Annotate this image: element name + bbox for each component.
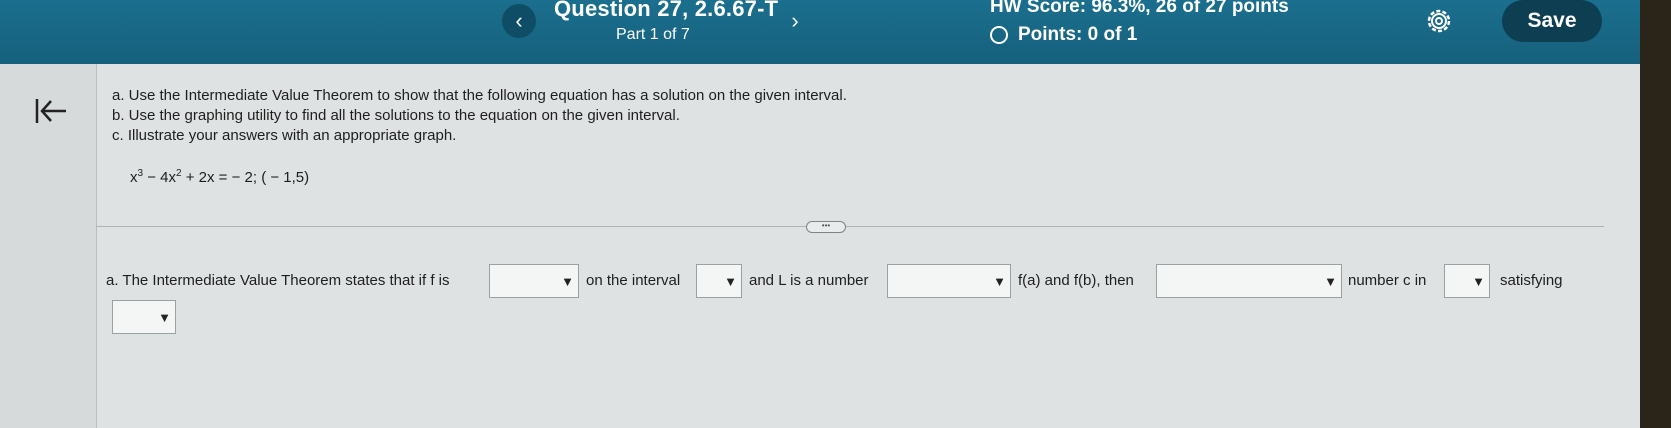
answer-prefix: a. The Intermediate Value Theorem states… [106, 272, 450, 289]
points-text: Points: 0 of 1 [1018, 24, 1138, 45]
dropdown-satisfying[interactable]: ▼ [112, 300, 176, 334]
dropdown-then[interactable]: ▼ [1156, 264, 1342, 298]
top-bar: ‹ Question 27, 2.6.67-T Part 1 of 7 › HW… [0, 0, 1671, 64]
dropdown-f-is[interactable]: ▼ [489, 264, 579, 298]
chevron-left-icon: ‹ [515, 8, 523, 33]
dropdown-arrow-icon: ▼ [1324, 274, 1337, 289]
dropdown-arrow-icon: ▼ [993, 274, 1006, 289]
divider [96, 226, 1604, 227]
text-number-c: number c in [1348, 272, 1427, 289]
question-title: Question 27, 2.6.67-T [554, 0, 779, 21]
dropdown-arrow-icon: ▼ [561, 274, 574, 289]
question-part: Part 1 of 7 [616, 26, 690, 43]
dropdown-c-in[interactable]: ▼ [1444, 264, 1490, 298]
circle-status-icon [990, 26, 1008, 44]
dropdown-interval[interactable]: ▼ [696, 264, 742, 298]
text-and-l: and L is a number [749, 272, 869, 289]
more-options-icon[interactable]: ••• [806, 221, 846, 233]
equation: x3 − 4x2 + 2x = − 2; ( − 1,5) [130, 168, 310, 186]
screen-edge [1640, 0, 1671, 428]
collapse-arrow-icon[interactable] [34, 96, 68, 126]
points-status: Points: 0 of 1 [990, 24, 1137, 46]
dropdown-arrow-icon: ▼ [724, 274, 737, 289]
save-button[interactable]: Save [1502, 0, 1602, 42]
instruction-a: a. Use the Intermediate Value Theorem to… [112, 87, 847, 104]
instruction-c: c. Illustrate your answers with an appro… [112, 127, 457, 144]
text-satisfying: satisfying [1500, 272, 1563, 289]
gear-icon[interactable] [1424, 6, 1454, 36]
chevron-right-icon: › [791, 8, 799, 33]
text-on-interval: on the interval [586, 272, 681, 289]
instruction-b: b. Use the graphing utility to find all … [112, 107, 680, 124]
previous-question-button[interactable]: ‹ [502, 4, 536, 38]
dropdown-arrow-icon: ▼ [1472, 274, 1485, 289]
hw-score: HW Score: 96.3%, 26 of 27 points [990, 0, 1289, 17]
next-question-button[interactable]: › [778, 4, 812, 38]
dropdown-l-number[interactable]: ▼ [887, 264, 1011, 298]
problem-instructions: a. Use the Intermediate Value Theorem to… [112, 86, 847, 146]
text-fab: f(a) and f(b), then [1018, 272, 1134, 289]
dropdown-arrow-icon: ▼ [158, 310, 171, 325]
